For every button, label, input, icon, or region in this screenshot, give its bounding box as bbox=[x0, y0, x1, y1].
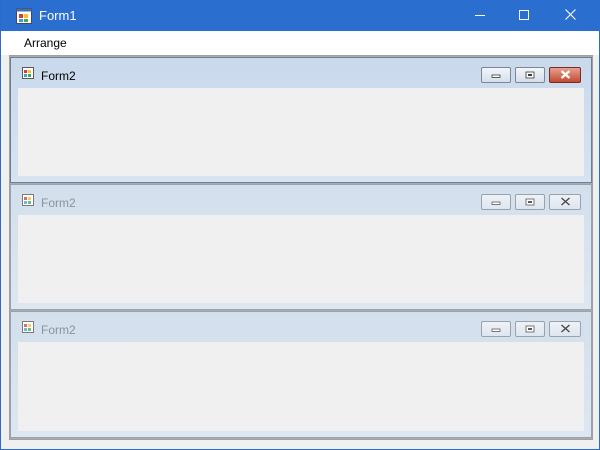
child-close-button[interactable] bbox=[549, 67, 581, 83]
restore-icon bbox=[525, 195, 535, 209]
menu-arrange[interactable]: Arrange bbox=[17, 36, 74, 50]
child-minimize-button[interactable] bbox=[481, 321, 511, 337]
child-client-area bbox=[18, 88, 584, 176]
child-restore-button[interactable] bbox=[515, 321, 545, 337]
form-app-icon bbox=[16, 8, 32, 24]
window-titlebar[interactable]: Form1 bbox=[1, 0, 600, 31]
minimize-button[interactable] bbox=[457, 0, 503, 31]
child-title: Form2 bbox=[41, 323, 76, 337]
child-close-button[interactable] bbox=[549, 194, 581, 210]
maximize-button[interactable] bbox=[501, 0, 547, 31]
minimize-icon bbox=[491, 322, 501, 336]
child-title: Form2 bbox=[41, 69, 76, 83]
child-close-button[interactable] bbox=[549, 321, 581, 337]
close-icon bbox=[560, 195, 571, 209]
minimize-icon bbox=[475, 9, 485, 23]
restore-icon bbox=[525, 322, 535, 336]
mdi-child-window[interactable]: Form2 bbox=[10, 184, 592, 310]
child-client-area bbox=[18, 215, 584, 303]
menu-bar: Arrange bbox=[1, 31, 599, 55]
minimize-icon bbox=[491, 68, 501, 82]
form-app-icon bbox=[22, 67, 34, 79]
close-icon bbox=[560, 322, 571, 336]
child-minimize-button[interactable] bbox=[481, 67, 511, 83]
maximize-icon bbox=[519, 9, 529, 23]
restore-icon bbox=[525, 68, 535, 82]
close-icon bbox=[560, 68, 571, 82]
child-restore-button[interactable] bbox=[515, 67, 545, 83]
form-app-icon bbox=[22, 321, 34, 333]
minimize-icon bbox=[491, 195, 501, 209]
child-minimize-button[interactable] bbox=[481, 194, 511, 210]
child-title: Form2 bbox=[41, 196, 76, 210]
child-client-area bbox=[18, 342, 584, 431]
window-title: Form1 bbox=[39, 8, 77, 23]
mdi-child-window[interactable]: Form2 bbox=[10, 311, 592, 438]
main-window: Form1 Arrange Form2 Form2 Form2 bbox=[0, 0, 600, 450]
form-app-icon bbox=[22, 194, 34, 206]
close-button[interactable] bbox=[547, 0, 593, 31]
close-icon bbox=[564, 8, 576, 23]
child-restore-button[interactable] bbox=[515, 194, 545, 210]
mdi-client-area: Form2 Form2 Form2 bbox=[9, 55, 593, 440]
mdi-child-window[interactable]: Form2 bbox=[10, 57, 592, 183]
